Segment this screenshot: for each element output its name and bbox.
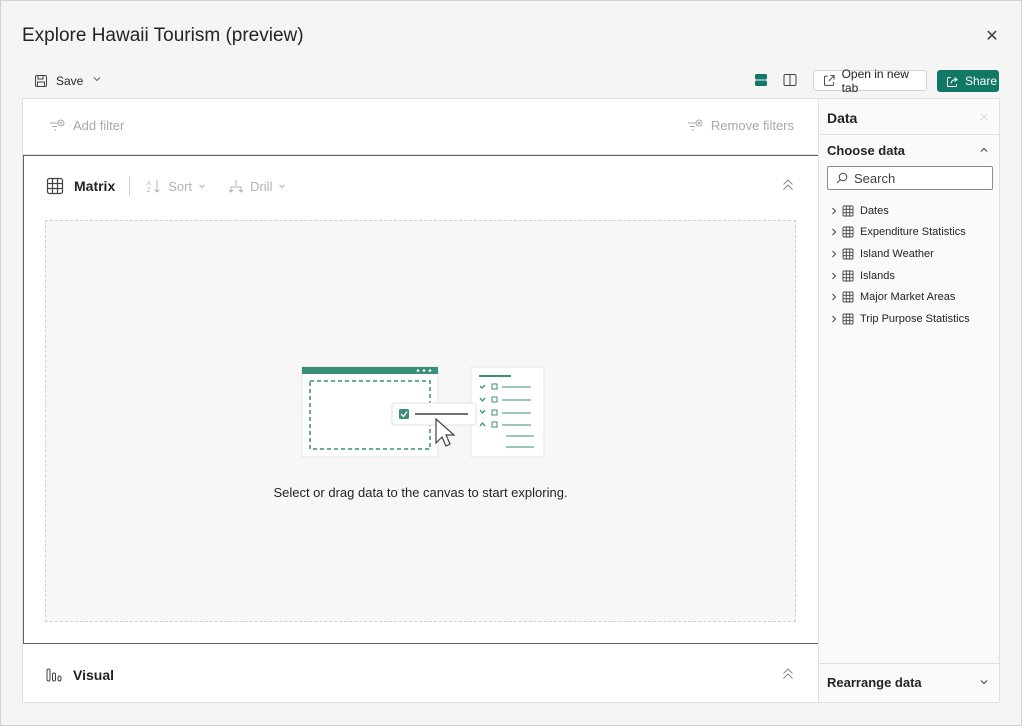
table-icon (842, 270, 854, 282)
sort-chevron-down-icon (199, 184, 205, 189)
table-icon (842, 291, 854, 303)
data-table-list: Dates Expenditure Statistics Island Weathe… (829, 200, 970, 330)
data-pane-title: Data (827, 110, 858, 126)
drill-chevron-down-icon (279, 184, 286, 189)
drill-button[interactable]: Drill (228, 178, 286, 194)
search-icon (836, 172, 848, 184)
dialog-title: Explore Hawaii Tourism (preview) (22, 25, 304, 46)
save-button[interactable]: Save (34, 71, 83, 91)
data-table-item[interactable]: Major Market Areas (829, 286, 970, 308)
open-in-new-tab-button[interactable]: Open in new tab (813, 67, 927, 95)
collapse-visual-chevron-up-icon[interactable] (782, 667, 794, 681)
remove-filters-label: Remove filters (710, 118, 794, 133)
pane-divider (819, 663, 999, 664)
layout-stacked-icon[interactable] (753, 72, 769, 88)
choose-data-chevron-up-icon[interactable] (979, 145, 989, 155)
share-icon (947, 76, 958, 87)
data-table-item[interactable]: Island Weather (829, 243, 970, 265)
data-table-item[interactable]: Islands (829, 265, 970, 287)
search-placeholder: Search (854, 170, 896, 186)
drill-icon (228, 180, 244, 193)
chevron-right-icon[interactable] (829, 271, 839, 281)
table-icon (842, 226, 854, 238)
table-icon (842, 248, 854, 260)
open-in-new-tab-label: Open in new tab (841, 66, 909, 95)
drill-label: Drill (250, 178, 273, 194)
matrix-table-icon (46, 177, 64, 195)
add-filter-label: Add filter (73, 118, 125, 133)
explore-dialog: Explore Hawaii Tourism (preview) ✕ Save … (0, 0, 1022, 726)
filter-remove-icon (687, 119, 703, 130)
chevron-right-icon[interactable] (829, 292, 839, 302)
chevron-right-icon[interactable] (829, 206, 839, 216)
remove-filters-button[interactable]: Remove filters (687, 118, 794, 133)
data-table-label: Expenditure Statistics (860, 226, 966, 239)
sort-button[interactable]: A Z Sort (146, 178, 206, 194)
choose-data-header[interactable]: Choose data (827, 143, 905, 158)
explore-canvas: Add filter Remove filters Matrix A Z Sor… (22, 98, 819, 703)
data-table-item[interactable]: Expenditure Statistics (829, 222, 970, 244)
sort-label: Sort (168, 178, 193, 194)
open-external-icon (823, 75, 835, 86)
empty-state-message: Select or drag data to the canvas to sta… (273, 485, 568, 500)
save-icon (35, 75, 47, 87)
close-icon[interactable]: ✕ (983, 28, 1001, 46)
share-button[interactable]: Share (937, 70, 999, 92)
share-label: Share (965, 74, 998, 88)
svg-text:A: A (147, 181, 151, 187)
bar-chart-icon (46, 668, 62, 682)
save-options-chevron-down-icon[interactable] (92, 74, 102, 84)
table-icon (842, 313, 854, 325)
data-table-label: Dates (860, 204, 889, 217)
data-table-label: Trip Purpose Statistics (860, 312, 970, 325)
chevron-right-icon[interactable] (829, 314, 839, 324)
pane-divider (819, 134, 999, 135)
data-pane: Data ✕ Choose data Search Dates Expenditu… (818, 98, 1000, 703)
chevron-right-icon[interactable] (829, 249, 839, 259)
table-icon (842, 205, 854, 217)
data-table-item[interactable]: Dates (829, 200, 970, 222)
visual-section-header[interactable]: Visual (45, 665, 114, 685)
filter-add-icon (50, 119, 65, 130)
matrix-visual-panel[interactable]: Matrix A Z Sort Drill Select or drag dat… (23, 155, 819, 644)
sort-icon: A Z (147, 180, 161, 194)
empty-state-illustration (301, 366, 545, 458)
data-pane-close-icon[interactable]: ✕ (979, 110, 989, 124)
visual-title: Visual (73, 667, 114, 683)
data-table-label: Major Market Areas (860, 291, 956, 304)
matrix-header: Matrix A Z Sort Drill (46, 176, 308, 196)
matrix-title: Matrix (74, 178, 116, 194)
layout-side-by-side-icon[interactable] (782, 72, 798, 88)
toolbar-divider (129, 176, 131, 196)
collapse-matrix-chevron-up-icon[interactable] (782, 178, 794, 192)
data-table-item[interactable]: Trip Purpose Statistics (829, 308, 970, 330)
filter-bar: Add filter Remove filters (23, 99, 818, 155)
add-filter-button[interactable]: Add filter (49, 118, 124, 133)
data-table-label: Island Weather (860, 247, 934, 260)
svg-text:Z: Z (147, 188, 151, 194)
data-search-input[interactable]: Search (827, 166, 993, 190)
rearrange-data-header[interactable]: Rearrange data (827, 675, 922, 690)
chevron-right-icon[interactable] (829, 227, 839, 237)
save-label: Save (56, 74, 84, 88)
data-table-label: Islands (860, 269, 895, 282)
rearrange-chevron-down-icon[interactable] (979, 677, 989, 687)
canvas-drop-area[interactable]: Select or drag data to the canvas to sta… (45, 220, 796, 622)
